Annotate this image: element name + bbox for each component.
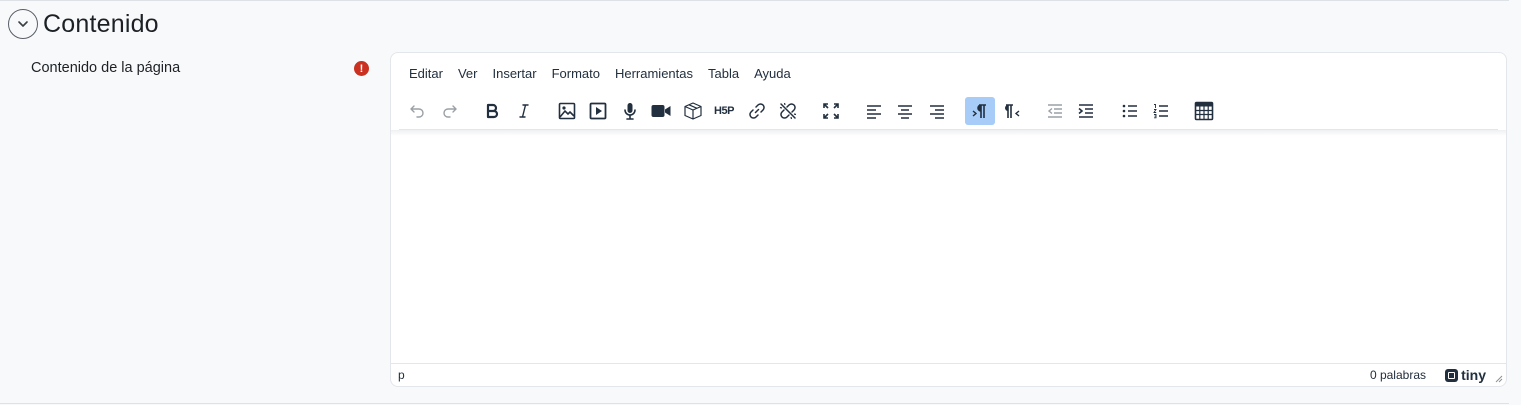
table-button[interactable] [1189, 97, 1219, 125]
bold-icon [486, 103, 499, 119]
align-center-button[interactable] [890, 97, 920, 125]
rtl-icon [1005, 104, 1020, 118]
menu-ayuda[interactable]: Ayuda [747, 66, 799, 81]
outdent-icon [1047, 104, 1062, 118]
fullscreen-button[interactable] [816, 97, 846, 125]
element-path[interactable]: p [398, 368, 405, 382]
bullet-list-button[interactable] [1115, 97, 1145, 125]
undo-button[interactable] [402, 97, 432, 125]
chevron-down-icon [18, 21, 28, 27]
align-right-button[interactable] [922, 97, 952, 125]
unlink-icon [779, 102, 797, 120]
bottom-divider [0, 403, 1509, 404]
italic-icon [519, 104, 529, 118]
link-button[interactable] [742, 97, 772, 125]
link-icon [749, 103, 765, 119]
content-bank-icon [684, 102, 702, 120]
numbered-list-icon [1153, 104, 1168, 119]
exclamation-circle-icon: ! [354, 61, 369, 76]
record-video-icon [651, 105, 671, 117]
tiny-logo-icon [1445, 368, 1459, 382]
align-center-icon [898, 105, 912, 119]
section-header: Contenido [8, 9, 159, 39]
editor-content-area[interactable] [391, 133, 1506, 364]
indent-button[interactable] [1071, 97, 1101, 125]
tiny-brand-link[interactable]: tiny [1445, 367, 1486, 383]
editor-toolbar: H5P [391, 94, 1506, 128]
section-title[interactable]: Contenido [43, 10, 159, 39]
image-button[interactable] [552, 97, 582, 125]
content-bank-button[interactable] [678, 97, 708, 125]
h5p-icon: H5P [714, 105, 734, 117]
menu-herramientas[interactable]: Herramientas [608, 66, 701, 81]
word-count[interactable]: 0 palabras [1370, 368, 1426, 382]
menu-editar[interactable]: Editar [402, 66, 451, 81]
rtl-button[interactable] [997, 97, 1027, 125]
menu-ver[interactable]: Ver [451, 66, 486, 81]
field-label: Contenido de la página [31, 60, 181, 76]
record-video-button[interactable] [646, 97, 676, 125]
media-button[interactable] [583, 97, 613, 125]
editor-menubar: Editar Ver Insertar Formato Herramientas… [402, 66, 799, 81]
record-audio-icon [624, 103, 636, 120]
bold-button[interactable] [477, 97, 507, 125]
menu-formato[interactable]: Formato [545, 66, 608, 81]
top-divider [0, 0, 1509, 1]
numbered-list-button[interactable] [1146, 97, 1176, 125]
tiny-brand-text: tiny [1461, 367, 1486, 383]
collapse-section-button[interactable] [8, 9, 38, 39]
align-right-icon [930, 105, 944, 119]
align-left-button[interactable] [859, 97, 889, 125]
menu-insertar[interactable]: Insertar [485, 66, 544, 81]
indent-icon [1078, 104, 1093, 118]
bullet-list-icon [1122, 104, 1137, 118]
image-icon [558, 102, 576, 120]
ltr-icon [972, 104, 986, 118]
italic-button[interactable] [509, 97, 539, 125]
menu-tabla[interactable]: Tabla [701, 66, 747, 81]
unlink-button[interactable] [773, 97, 803, 125]
redo-button[interactable] [435, 97, 465, 125]
resize-handle-icon[interactable] [1495, 375, 1503, 383]
h5p-button[interactable]: H5P [709, 97, 739, 125]
outdent-button[interactable] [1040, 97, 1070, 125]
redo-icon [443, 105, 457, 118]
editor-statusbar: p 0 palabras tiny [391, 363, 1506, 386]
fullscreen-icon [823, 103, 839, 119]
record-audio-button[interactable] [615, 97, 645, 125]
ltr-button[interactable] [965, 97, 995, 125]
align-left-icon [867, 105, 881, 119]
undo-icon [410, 105, 424, 118]
table-icon [1194, 101, 1214, 121]
media-icon [589, 102, 607, 120]
rich-text-editor: Editar Ver Insertar Formato Herramientas… [390, 52, 1507, 387]
